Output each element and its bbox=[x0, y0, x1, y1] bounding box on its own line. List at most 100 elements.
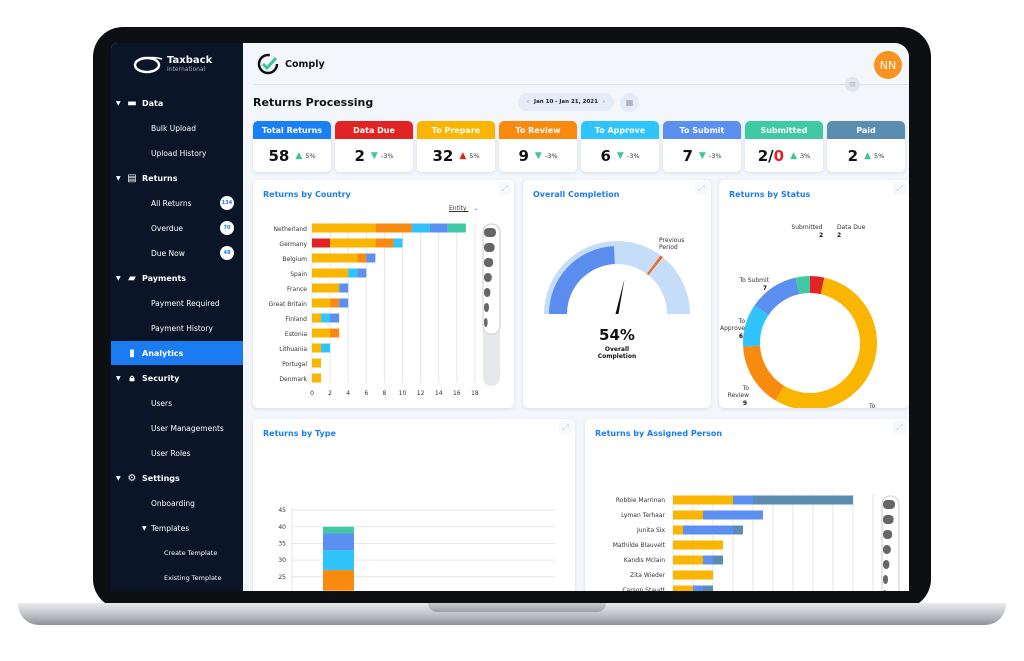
bar-segment-prepare[interactable] bbox=[673, 495, 733, 505]
sidebar-item-onboarding[interactable]: Onboarding bbox=[111, 491, 243, 515]
bar-segment-prepare[interactable] bbox=[312, 223, 376, 233]
sidebar-item-templates[interactable]: ▼ Templates bbox=[111, 516, 243, 540]
bar-segment-submit[interactable] bbox=[703, 555, 713, 565]
caret-down-icon[interactable]: ▼ bbox=[116, 275, 121, 282]
sidebar-item-data[interactable]: ▼ ▬ Data bbox=[111, 91, 243, 115]
kpi-card-data-due[interactable]: Data Due 2 ▼ -3% bbox=[335, 121, 413, 172]
bar-segment-data_due[interactable] bbox=[312, 238, 331, 248]
bar-segment-review[interactable] bbox=[375, 238, 394, 248]
bar-segment-submit[interactable] bbox=[330, 313, 340, 323]
bar-segment-prepare[interactable] bbox=[312, 358, 322, 368]
bar-segment-prepare[interactable] bbox=[673, 525, 683, 535]
kpi-card-to-review[interactable]: To Review 9 ▼ -3% bbox=[499, 121, 577, 172]
bar-segment-prepare[interactable] bbox=[673, 510, 703, 520]
bar-segment-review[interactable] bbox=[375, 223, 412, 233]
caret-down-icon[interactable]: ▼ bbox=[116, 175, 121, 182]
bar-segment-submit[interactable] bbox=[703, 510, 763, 520]
bar-segment-approve[interactable] bbox=[323, 550, 354, 571]
sidebar-item-create-template[interactable]: Create Template bbox=[111, 541, 243, 565]
bar-segment-prepare[interactable] bbox=[330, 238, 376, 248]
kpi-card-submitted[interactable]: Submitted 2/0 ▲ 3% bbox=[745, 121, 823, 172]
sidebar-item-payment-required[interactable]: Payment Required bbox=[111, 291, 243, 315]
bar-segment-prepare[interactable] bbox=[312, 298, 331, 308]
sidebar-item-overdue[interactable]: Overdue 70 bbox=[111, 216, 243, 240]
bar-segment-prepare[interactable] bbox=[673, 555, 703, 565]
bar-segment-review[interactable] bbox=[330, 328, 340, 338]
sidebar-item-bulk-upload[interactable]: Bulk Upload bbox=[111, 116, 243, 140]
bar-segment-prepare[interactable] bbox=[312, 283, 340, 293]
donut-slice-review[interactable] bbox=[743, 345, 785, 401]
bar-segment-paid[interactable] bbox=[713, 555, 723, 565]
kpi-card-to-prepare[interactable]: To Prepare 32 ▲ 5% bbox=[417, 121, 495, 172]
kpi-card-to-approve[interactable]: To Approve 6 ▼ -3% bbox=[581, 121, 659, 172]
user-avatar[interactable]: NN bbox=[874, 51, 902, 79]
bar-segment-prepare[interactable] bbox=[323, 590, 354, 591]
caret-down-icon[interactable]: ▼ bbox=[142, 525, 147, 532]
panel-returns-by-status: Returns by Status ⤢ Data Due2ToPrepare32… bbox=[719, 180, 909, 408]
sidebar-item-returns[interactable]: ▼ ▤ Returns bbox=[111, 166, 243, 190]
next-period-chevron-icon[interactable]: › bbox=[603, 99, 605, 105]
bar-segment-submit[interactable] bbox=[323, 533, 354, 551]
bar-segment-submit[interactable] bbox=[366, 253, 376, 263]
bar-segment-prepare[interactable] bbox=[312, 343, 322, 353]
sidebar-item-security[interactable]: ▼ 🔒︎ Security bbox=[111, 366, 243, 390]
bar-segment-submitted[interactable] bbox=[447, 223, 466, 233]
bar-segment-paid[interactable] bbox=[703, 585, 713, 592]
sidebar-item-upload-history[interactable]: Upload History bbox=[111, 141, 243, 165]
sidebar-item-user-managements[interactable]: User Managements bbox=[111, 416, 243, 440]
donut-slice-prepare[interactable] bbox=[775, 277, 877, 408]
category-label: Lithuania bbox=[279, 346, 307, 353]
sidebar-item-user-roles[interactable]: User Roles bbox=[111, 441, 243, 465]
bar-segment-submit[interactable] bbox=[339, 283, 349, 293]
bar-segment-submitted[interactable] bbox=[323, 526, 354, 534]
caret-down-icon[interactable]: ▼ bbox=[116, 375, 121, 382]
sidebar-item-due-now[interactable]: Due Now 48 bbox=[111, 241, 243, 265]
sidebar-item-payments[interactable]: ▼ ▰ Payments bbox=[111, 266, 243, 290]
bar-segment-prepare[interactable] bbox=[312, 253, 358, 263]
bar-segment-prepare[interactable] bbox=[312, 328, 331, 338]
menu-icon[interactable]: ≡ bbox=[845, 77, 860, 92]
kpi-label: Data Due bbox=[335, 121, 413, 139]
bar-segment-approve[interactable] bbox=[321, 313, 331, 323]
bar-segment-prepare[interactable] bbox=[673, 585, 693, 592]
bar-segment-prepare[interactable] bbox=[673, 570, 713, 580]
sidebar-item-users[interactable]: Users bbox=[111, 391, 243, 415]
app-logo[interactable]: Comply bbox=[257, 53, 325, 75]
bar-segment-prepare[interactable] bbox=[312, 373, 322, 383]
bar-segment-approve[interactable] bbox=[348, 268, 358, 278]
kpi-label: Paid bbox=[827, 121, 905, 139]
sidebar-item-payment-history[interactable]: Payment History bbox=[111, 316, 243, 340]
bar-segment-prepare[interactable] bbox=[312, 268, 349, 278]
sidebar-item-settings[interactable]: ▼ ⚙ Settings bbox=[111, 466, 243, 490]
caret-down-icon[interactable]: ▼ bbox=[116, 475, 121, 482]
category-label: Denmark bbox=[279, 376, 307, 383]
caret-down-icon[interactable]: ▼ bbox=[116, 100, 121, 107]
sidebar-item-existing-template[interactable]: Existing Template bbox=[111, 566, 243, 590]
bar-segment-review[interactable] bbox=[330, 298, 340, 308]
brand-logo[interactable]: Taxback International bbox=[133, 53, 212, 75]
kpi-card-total-returns[interactable]: Total Returns 58 ▲ 5% bbox=[253, 121, 331, 172]
date-range-picker[interactable]: ‹ Jan 10 - Jan 21, 2021 › bbox=[518, 93, 614, 111]
bar-segment-paid[interactable] bbox=[753, 495, 853, 505]
bar-segment-submit[interactable] bbox=[683, 525, 733, 535]
bar-segment-paid[interactable] bbox=[733, 525, 743, 535]
sidebar-item-all-returns[interactable]: All Returns 134 bbox=[111, 191, 243, 215]
bar-segment-submit[interactable] bbox=[733, 495, 753, 505]
bar-segment-approve[interactable] bbox=[393, 238, 403, 248]
kpi-card-paid[interactable]: Paid 2 ▲ 5% bbox=[827, 121, 905, 172]
bar-segment-prepare[interactable] bbox=[673, 540, 723, 550]
bar-segment-prepare[interactable] bbox=[312, 313, 322, 323]
calendar-icon[interactable]: ▦ bbox=[620, 93, 639, 112]
x-tick-label: 10 bbox=[399, 390, 407, 397]
bar-segment-approve[interactable] bbox=[411, 223, 430, 233]
bar-segment-approve[interactable] bbox=[321, 343, 331, 353]
sidebar-item-analytics[interactable]: ▮ Analytics bbox=[111, 341, 243, 365]
bar-segment-submit[interactable] bbox=[339, 298, 349, 308]
kpi-card-to-submit[interactable]: To Submit 7 ▼ -3% bbox=[663, 121, 741, 172]
bar-segment-submit[interactable] bbox=[357, 268, 367, 278]
prev-period-chevron-icon[interactable]: ‹ bbox=[527, 99, 529, 105]
bar-segment-review[interactable] bbox=[323, 570, 354, 591]
bar-segment-submit[interactable] bbox=[429, 223, 448, 233]
bar-segment-review[interactable] bbox=[357, 253, 367, 263]
bar-segment-submit[interactable] bbox=[693, 585, 703, 592]
